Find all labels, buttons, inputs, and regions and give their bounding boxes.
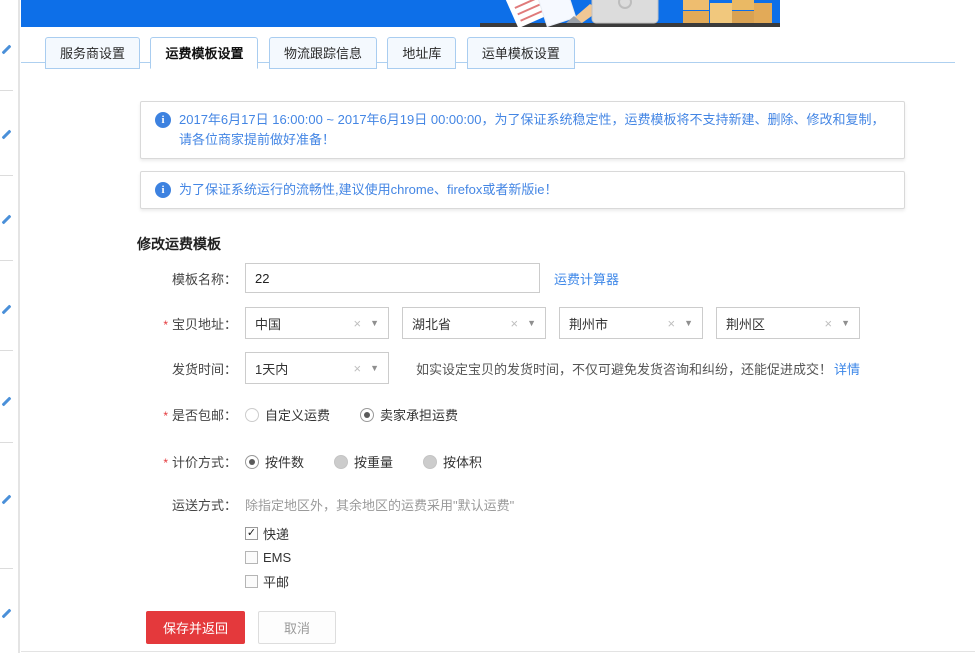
radio-disabled-icon <box>334 455 348 469</box>
free-shipping-row: *是否包邮： 自定义运费 卖家承担运费 <box>21 405 975 424</box>
tab-bar: 服务商设置 运费模板设置 物流跟踪信息 地址库 运单模板设置 <box>21 36 955 63</box>
pricing-method-label: *计价方式： <box>21 452 237 471</box>
free-shipping-label: *是否包邮： <box>21 405 237 424</box>
radio-by-piece[interactable]: 按件数 <box>245 452 304 471</box>
tab-address-book[interactable]: 地址库 <box>387 37 456 69</box>
checkmark-icon <box>2 397 12 407</box>
checkbox-checked-icon[interactable]: ✓ <box>245 527 258 540</box>
dropdown-arrow-icon[interactable]: ▼ <box>370 318 379 328</box>
template-name-row: 模板名称： 运费计算器 <box>21 263 975 293</box>
radio-disabled-icon <box>423 455 437 469</box>
clear-icon[interactable]: × <box>353 316 361 331</box>
divider-dash <box>0 175 13 176</box>
district-select[interactable]: 荆州区 × ▼ <box>716 307 860 339</box>
divider-dash <box>0 350 13 351</box>
required-asterisk: * <box>163 409 168 423</box>
required-asterisk: * <box>163 456 168 470</box>
system-maintenance-notice: i 2017年6月17日 16:00:00 ~ 2017年6月19日 00:00… <box>140 101 905 159</box>
details-link[interactable]: 详情 <box>834 359 860 378</box>
delivery-time-label: 发货时间： <box>21 359 237 378</box>
dropdown-arrow-icon[interactable]: ▼ <box>527 318 536 328</box>
banner-illustration <box>440 0 780 27</box>
notice-text: 为了保证系统运行的流畅性,建议使用chrome、firefox或者新版ie！ <box>179 180 557 200</box>
checkmark-icon <box>2 45 12 55</box>
radio-custom-freight[interactable]: 自定义运费 <box>245 405 330 424</box>
info-icon: i <box>155 112 171 128</box>
clear-icon[interactable]: × <box>824 316 832 331</box>
template-name-label: 模板名称： <box>21 269 237 288</box>
cancel-button[interactable]: 取消 <box>258 611 336 644</box>
freight-calculator-link[interactable]: 运费计算器 <box>554 269 619 288</box>
template-name-input[interactable] <box>245 263 540 293</box>
item-address-label: *宝贝地址： <box>21 314 237 333</box>
checkmark-icon <box>2 305 12 315</box>
radio-checked-icon[interactable] <box>245 455 259 469</box>
shipping-method-note: 除指定地区外，其余地区的运费采用"默认运费" <box>245 495 514 514</box>
checkbox-surface-mail[interactable]: 平邮 <box>245 572 514 591</box>
divider-dash <box>0 442 13 443</box>
pricing-method-row: *计价方式： 按件数 按重量 按体积 <box>21 452 975 471</box>
background-page-strip <box>0 0 20 653</box>
checkbox-icon[interactable] <box>245 551 258 564</box>
radio-seller-pays-freight[interactable]: 卖家承担运费 <box>360 405 458 424</box>
browser-recommendation-notice: i 为了保证系统运行的流畅性,建议使用chrome、firefox或者新版ie！ <box>140 171 905 209</box>
tab-service-provider[interactable]: 服务商设置 <box>45 37 140 69</box>
dropdown-arrow-icon[interactable]: ▼ <box>684 318 693 328</box>
delivery-time-row: 发货时间： 1天内 × ▼ 如实设定宝贝的发货时间，不仅可避免发货咨询和纠纷，还… <box>21 352 975 384</box>
page-title: 修改运费模板 <box>137 234 975 254</box>
delivery-time-select[interactable]: 1天内 × ▼ <box>245 352 389 384</box>
shipping-method-row: 运送方式： 除指定地区外，其余地区的运费采用"默认运费" ✓ 快递 EMS 平邮 <box>21 495 975 598</box>
clear-icon[interactable]: × <box>510 316 518 331</box>
radio-icon[interactable] <box>245 408 259 422</box>
required-asterisk: * <box>163 318 168 332</box>
settings-panel: 服务商设置 运费模板设置 物流跟踪信息 地址库 运单模板设置 i 2017年6月… <box>21 0 975 652</box>
city-select[interactable]: 荆州市 × ▼ <box>559 307 703 339</box>
shipping-method-label: 运送方式： <box>21 495 237 514</box>
radio-by-weight: 按重量 <box>334 452 393 471</box>
delivery-time-note: 如实设定宝贝的发货时间，不仅可避免发货咨询和纠纷，还能促进成交！ <box>416 359 832 378</box>
checkmark-icon <box>2 215 12 225</box>
clear-icon[interactable]: × <box>353 361 361 376</box>
promo-banner <box>21 0 780 27</box>
divider-dash <box>0 260 13 261</box>
info-icon: i <box>155 182 171 198</box>
radio-checked-icon[interactable] <box>360 408 374 422</box>
tab-waybill-template[interactable]: 运单模板设置 <box>467 37 575 69</box>
item-address-row: *宝贝地址： 中国 × ▼ 湖北省 × ▼ 荆州市 × ▼ 荆州区 × ▼ <box>21 307 975 339</box>
clear-icon[interactable]: × <box>667 316 675 331</box>
checkbox-ems[interactable]: EMS <box>245 550 514 565</box>
form-actions: 保存并返回 取消 <box>146 611 975 644</box>
checkmark-icon <box>2 130 12 140</box>
country-select[interactable]: 中国 × ▼ <box>245 307 389 339</box>
dropdown-arrow-icon[interactable]: ▼ <box>370 363 379 373</box>
dropdown-arrow-icon[interactable]: ▼ <box>841 318 850 328</box>
checkmark-icon <box>2 495 12 505</box>
checkmark-icon <box>2 609 12 619</box>
checkbox-express[interactable]: ✓ 快递 <box>245 524 514 543</box>
divider-dash <box>0 568 13 569</box>
tab-freight-template[interactable]: 运费模板设置 <box>150 37 258 69</box>
save-and-return-button[interactable]: 保存并返回 <box>146 611 245 644</box>
checkbox-icon[interactable] <box>245 575 258 588</box>
notice-text: 2017年6月17日 16:00:00 ~ 2017年6月19日 00:00:0… <box>179 110 890 150</box>
radio-by-volume: 按体积 <box>423 452 482 471</box>
province-select[interactable]: 湖北省 × ▼ <box>402 307 546 339</box>
tab-logistics-tracking[interactable]: 物流跟踪信息 <box>269 37 377 69</box>
divider-dash <box>0 90 13 91</box>
